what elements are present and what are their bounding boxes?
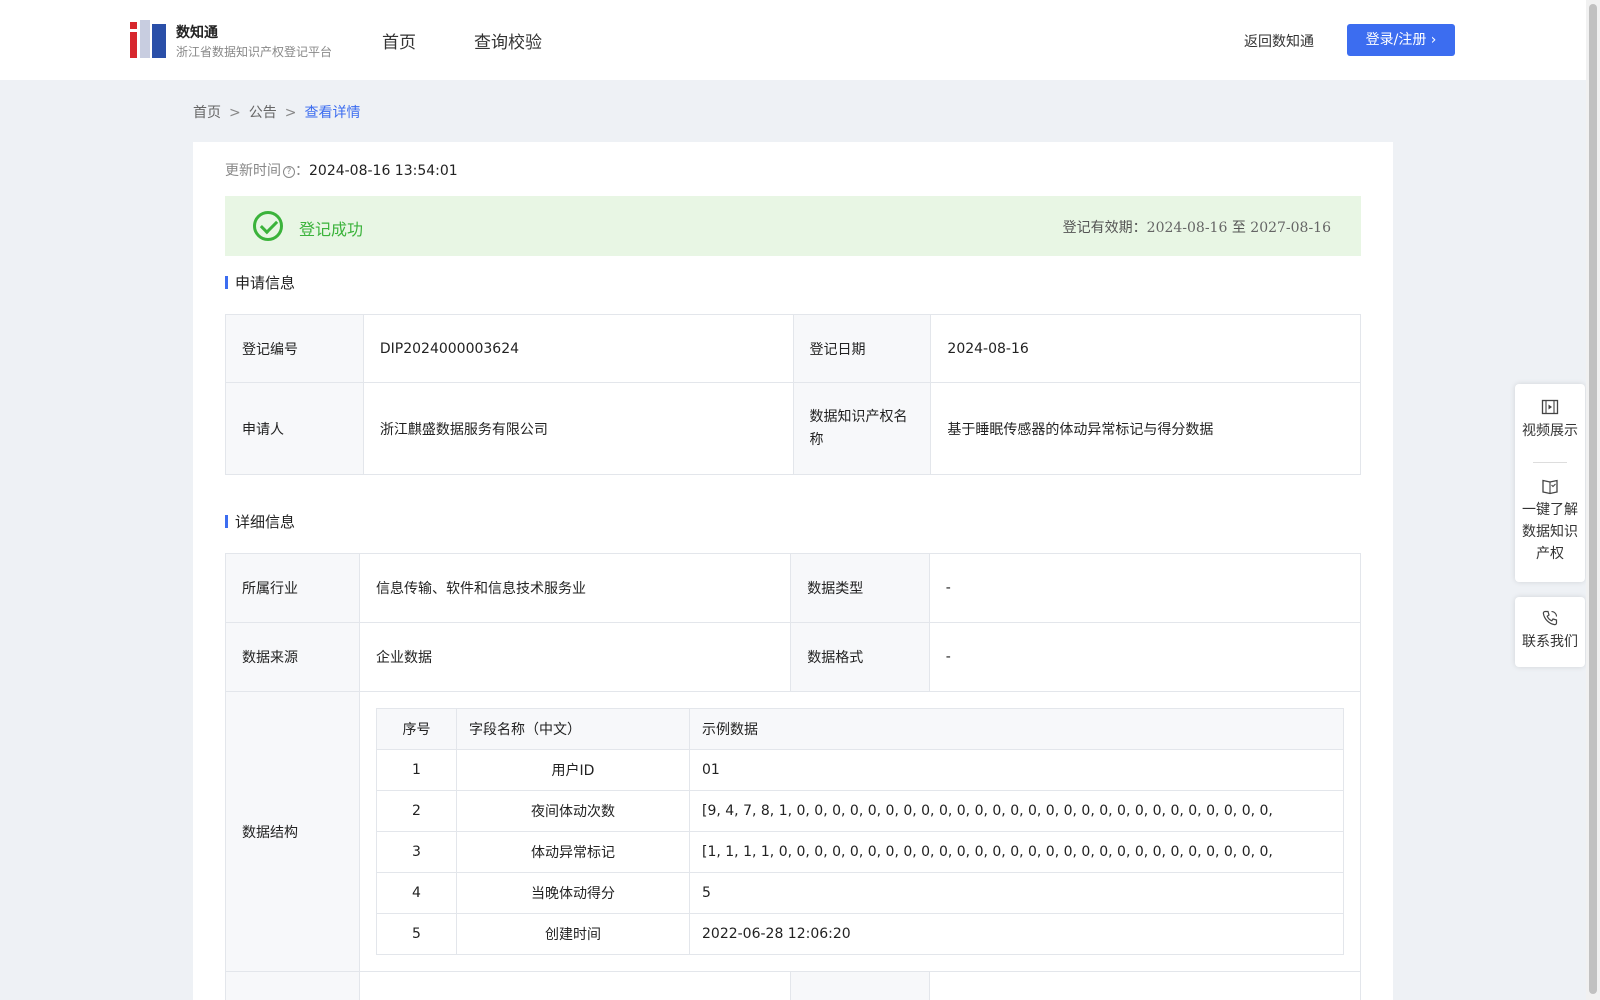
brand-name: 数知通 bbox=[176, 25, 218, 41]
format-value: - bbox=[928, 622, 1362, 692]
row-sample-data: 01 bbox=[689, 749, 1344, 791]
video-showcase-label: 视频展示 bbox=[1522, 423, 1578, 439]
video-showcase-button[interactable]: 视频展示 bbox=[1515, 384, 1585, 462]
validity-label: 登记有效期： bbox=[1062, 220, 1147, 236]
top-header: 数知通 浙江省数据知识产权登记平台 首页 查询校验 返回数知通 登录/注册 › bbox=[0, 0, 1586, 80]
brand-subtitle: 浙江省数据知识产权登记平台 bbox=[176, 45, 333, 59]
book-icon bbox=[1542, 479, 1558, 495]
table-row: 5 创建时间 2022-06-28 12:06:20 bbox=[376, 913, 1344, 955]
industry-value: 信息传输、软件和信息技术服务业 bbox=[358, 553, 792, 623]
row-field-name: 用户ID bbox=[456, 749, 690, 791]
table-row: 1 用户ID 01 bbox=[376, 749, 1344, 791]
detail-card: 更新时间? ：2024-08-16 13:54:01 登记成功 登记有效期：202… bbox=[193, 142, 1393, 1000]
table-row: 3 体动异常标记 [1, 1, 1, 1, 0, 0, 0, 0, 0, 0, … bbox=[376, 831, 1344, 873]
applicant-label: 申请人 bbox=[225, 382, 364, 475]
data-structure-table: 序号 字段名称（中文） 示例数据 1 用户ID 01 2 夜间体动次数 [9, … bbox=[376, 708, 1344, 955]
applicant-value: 浙江麒盛数据服务有限公司 bbox=[362, 382, 794, 475]
section-title-application: 申请信息 bbox=[225, 272, 295, 293]
ip-name-label: 数据知识产权名称 bbox=[792, 382, 932, 475]
column-header-sample-data: 示例数据 bbox=[689, 708, 1344, 750]
contact-us-label: 联系我们 bbox=[1522, 634, 1578, 650]
next-row-label bbox=[225, 971, 360, 1000]
update-time-label: 更新时间 bbox=[225, 163, 281, 179]
validity-period: 登记有效期：2024-08-16 至 2027-08-16 bbox=[1063, 217, 1331, 237]
reg-no-value: DIP2024000003624 bbox=[362, 314, 794, 383]
side-help-panel: 视频展示 一键了解 数据知识 产权 bbox=[1515, 384, 1585, 582]
breadcrumb-separator: > bbox=[284, 105, 297, 121]
reg-date-label: 登记日期 bbox=[792, 314, 932, 383]
row-sample-data: 2022-06-28 12:06:20 bbox=[689, 913, 1344, 955]
row-index: 1 bbox=[376, 749, 457, 791]
breadcrumb-notice[interactable]: 公告 bbox=[249, 105, 277, 121]
source-label: 数据来源 bbox=[225, 622, 360, 692]
status-banner: 登记成功 登记有效期：2024-08-16 至 2027-08-16 bbox=[225, 196, 1361, 256]
scrollbar-thumb[interactable] bbox=[1589, 4, 1597, 994]
update-time-line: 更新时间? ：2024-08-16 13:54:01 bbox=[225, 163, 458, 179]
video-icon bbox=[1541, 399, 1559, 415]
table-row: 2 夜间体动次数 [9, 4, 7, 8, 1, 0, 0, 0, 0, 0, … bbox=[376, 790, 1344, 832]
learn-line-1: 一键了解 bbox=[1522, 502, 1578, 518]
row-field-name: 当晚体动得分 bbox=[456, 872, 690, 914]
row-field-name: 体动异常标记 bbox=[456, 831, 690, 873]
row-index: 3 bbox=[376, 831, 457, 873]
learn-line-3: 产权 bbox=[1536, 546, 1564, 562]
breadcrumb: 首页 > 公告 > 查看详情 bbox=[193, 102, 360, 122]
help-circle-icon[interactable]: ? bbox=[283, 166, 295, 178]
learn-data-ip-button[interactable]: 一键了解 数据知识 产权 bbox=[1515, 463, 1585, 565]
ip-name-value: 基于睡眠传感器的体动异常标记与得分数据 bbox=[930, 382, 1361, 475]
structure-label: 数据结构 bbox=[225, 691, 360, 972]
learn-line-2: 数据知识 bbox=[1522, 524, 1578, 540]
contact-us-button[interactable]: 联系我们 bbox=[1515, 597, 1585, 653]
row-sample-data: [9, 4, 7, 8, 1, 0, 0, 0, 0, 0, 0, 0, 0, … bbox=[689, 790, 1344, 832]
next-row-value bbox=[928, 971, 1362, 1000]
validity-from: 2024-08-16 bbox=[1146, 220, 1228, 236]
column-header-field-name: 字段名称（中文） bbox=[456, 708, 690, 750]
check-circle-icon bbox=[253, 211, 283, 241]
row-index: 5 bbox=[376, 913, 457, 955]
site-logo[interactable] bbox=[130, 20, 166, 58]
phone-icon bbox=[1542, 610, 1558, 626]
column-header-index: 序号 bbox=[376, 708, 457, 750]
next-row-label bbox=[790, 971, 930, 1000]
row-sample-data: 5 bbox=[689, 872, 1344, 914]
breadcrumb-current: 查看详情 bbox=[304, 105, 361, 121]
data-type-value: - bbox=[928, 553, 1362, 623]
data-type-label: 数据类型 bbox=[790, 553, 930, 623]
table-header-row: 序号 字段名称（中文） 示例数据 bbox=[376, 708, 1344, 750]
row-index: 2 bbox=[376, 790, 457, 832]
format-label: 数据格式 bbox=[790, 622, 930, 692]
industry-label: 所属行业 bbox=[225, 553, 360, 623]
structure-cell: 序号 字段名称（中文） 示例数据 1 用户ID 01 2 夜间体动次数 [9, … bbox=[359, 691, 1361, 972]
side-contact-panel: 联系我们 bbox=[1515, 597, 1585, 667]
next-row-value bbox=[358, 971, 792, 1000]
validity-to-word: 至 bbox=[1231, 220, 1246, 236]
login-register-label: 登录/注册 bbox=[1365, 32, 1427, 48]
section-title-detail: 详细信息 bbox=[225, 511, 295, 532]
update-time-value: 2024-08-16 13:54:01 bbox=[309, 163, 458, 179]
status-text: 登记成功 bbox=[299, 220, 364, 239]
row-sample-data: [1, 1, 1, 1, 0, 0, 0, 0, 0, 0, 0, 0, 0, … bbox=[689, 831, 1344, 873]
row-index: 4 bbox=[376, 872, 457, 914]
reg-date-value: 2024-08-16 bbox=[930, 314, 1361, 383]
reg-no-label: 登记编号 bbox=[225, 314, 364, 383]
source-value: 企业数据 bbox=[358, 622, 792, 692]
chevron-right-icon: › bbox=[1430, 32, 1437, 48]
table-row: 4 当晚体动得分 5 bbox=[376, 872, 1344, 914]
breadcrumb-separator: > bbox=[229, 105, 241, 121]
login-register-button[interactable]: 登录/注册 › bbox=[1347, 24, 1455, 56]
back-to-shuzhitong-link[interactable]: 返回数知通 bbox=[1244, 31, 1314, 51]
page-scrollbar[interactable] bbox=[1586, 0, 1600, 1000]
application-info-table: 登记编号 DIP2024000003624 登记日期 2024-08-16 申请… bbox=[225, 314, 1361, 475]
validity-to: 2027-08-16 bbox=[1250, 220, 1331, 236]
row-field-name: 夜间体动次数 bbox=[456, 790, 690, 832]
nav-home[interactable]: 首页 bbox=[382, 28, 416, 53]
nav-query-verify[interactable]: 查询校验 bbox=[474, 28, 542, 53]
row-field-name: 创建时间 bbox=[456, 913, 690, 955]
breadcrumb-home[interactable]: 首页 bbox=[193, 105, 221, 121]
detail-info-table: 所属行业 信息传输、软件和信息技术服务业 数据类型 - 数据来源 企业数据 数据… bbox=[225, 553, 1362, 1000]
